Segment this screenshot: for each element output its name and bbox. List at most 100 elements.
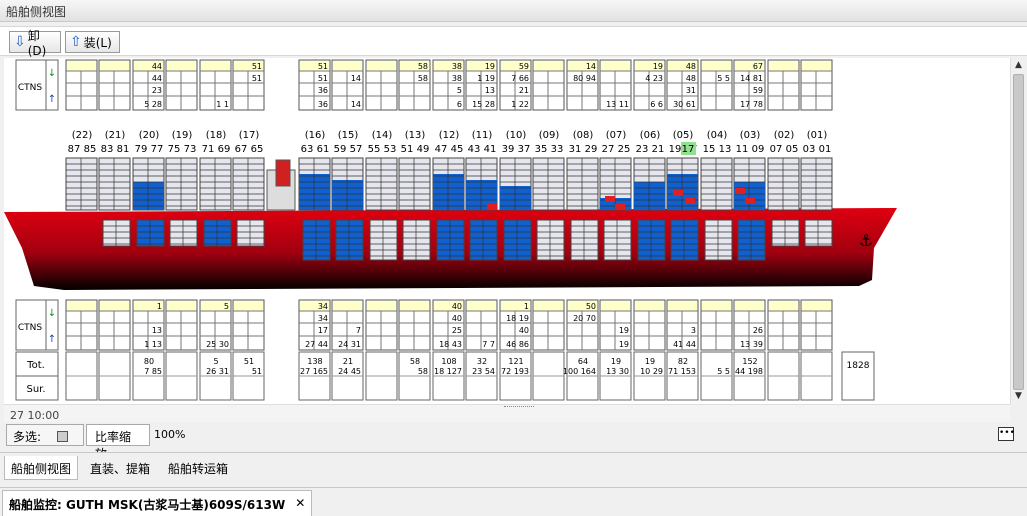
bay-number: (08) (573, 130, 594, 141)
count-value: 34 (318, 314, 328, 323)
totals-box: 10818 127 (432, 351, 465, 401)
sur-value: 10 29 (640, 367, 663, 376)
bay-rows: 23 21 (636, 144, 665, 155)
count-value: 14 (351, 100, 361, 109)
upper-count-box (365, 59, 398, 111)
lower-count-box (767, 299, 800, 351)
hold-stack (704, 219, 733, 261)
deck-stack (767, 157, 800, 211)
totals-box: 12172 193 (499, 351, 532, 401)
tot-value: 32 (477, 357, 487, 366)
toolbar: ⇩ 卸(D) ⇧ 装(L) (0, 26, 1027, 58)
arrow-up-icon: ↑ (48, 334, 56, 345)
tab-ship-profile[interactable]: 船舶侧视图 (4, 456, 79, 480)
deck-stack (633, 157, 666, 211)
sur-value: 26 31 (206, 367, 229, 376)
count-value: 51 (252, 74, 262, 83)
bay-number: (05) (673, 130, 694, 141)
horizontal-scrollbar[interactable]: 27 10:00 (4, 404, 1010, 422)
multiselect-checkbox[interactable] (56, 431, 68, 442)
count-value: 25 (452, 326, 462, 335)
ctns-label: CTNS (18, 83, 43, 93)
count-value: 14 81 (740, 74, 763, 83)
deck-stack (432, 157, 465, 211)
tab-transshipment[interactable]: 船舶转运箱 (162, 456, 234, 480)
lower-count-box (65, 299, 98, 351)
bay-rows: 07 05 (770, 144, 799, 155)
sur-value: 24 45 (338, 367, 361, 376)
count-value: 14 (351, 74, 361, 83)
ship-profile-view[interactable]: CTNS ↓ ↑ CTNS ↓ ↑ 44 44 23 5 28 1 13 1 13 1 1 5 25 30 51… (4, 58, 1010, 404)
upper-count-box: 59 7 66 21 1 22 (499, 59, 532, 111)
deck-stack (331, 157, 364, 211)
sur-label: Sur. (26, 384, 45, 395)
count-value: 40 (519, 326, 529, 335)
upper-count-box: 51 51 36 36 (298, 59, 331, 111)
zoom-button[interactable]: 比率缩放 (86, 424, 150, 461)
close-icon[interactable]: ✕ (295, 496, 305, 511)
totals-box: 2124 45 (331, 351, 364, 401)
unload-button[interactable]: ⇩ 卸(D) (9, 29, 61, 58)
bay-number: (14) (372, 130, 393, 141)
expand-icon[interactable]: ••• (998, 427, 1015, 441)
count-value: 5 (224, 302, 229, 311)
zoom-value: 100% (154, 428, 186, 441)
red-marker (685, 198, 695, 204)
tot-value: 121 (508, 357, 523, 366)
scroll-thumb[interactable] (1013, 74, 1024, 390)
count-value: 13 (485, 86, 495, 95)
hold-stack (402, 219, 431, 261)
unload-label: 卸(D) (27, 28, 47, 58)
lower-count-box: 34 34 17 27 44 (298, 299, 331, 351)
time-label: 27 10:00 (10, 409, 60, 422)
deck-stack (465, 157, 498, 211)
lower-count-box: 26 13 39 (733, 299, 766, 351)
lower-count-box (398, 299, 431, 351)
arrow-down-icon: ⇩ (14, 34, 26, 50)
multiselect-field[interactable]: 多选: (6, 424, 84, 446)
bay-number: (02) (774, 130, 795, 141)
deck-stack (98, 157, 131, 211)
count-value: 58 (418, 62, 428, 71)
hold-stack (236, 219, 265, 247)
upper-count-box: 5858 (398, 59, 431, 111)
multiselect-label: 多选: (13, 430, 42, 444)
count-value: 50 (586, 302, 596, 311)
count-value: 4 23 (645, 74, 663, 83)
count-value: 36 (318, 100, 328, 109)
bay-rows: 47 45 (435, 144, 464, 155)
count-value: 5 28 (144, 100, 162, 109)
hold-stack (536, 219, 565, 261)
scroll-down-icon[interactable]: ▼ (1011, 389, 1026, 404)
hold-stack (169, 219, 198, 247)
totals-box: 3223 54 (465, 351, 498, 401)
bay-rows: 43 41 (468, 144, 497, 155)
tab-direct-load[interactable]: 直装、提箱 (84, 456, 156, 480)
sur-value: 18 127 (434, 367, 462, 376)
totals-box: 64100 164 (563, 351, 599, 401)
scroll-up-icon[interactable]: ▲ (1011, 58, 1026, 73)
deck-stack (232, 157, 265, 211)
ship-hull-diagram: CTNS↓↑CTNS↓↑4444235 281131 131 1525 3051… (4, 59, 897, 401)
hscroll-thumb[interactable] (504, 406, 534, 411)
totals-box: 526 31 (199, 351, 232, 401)
count-value: 38 (452, 74, 462, 83)
grand-total: 1828 (847, 361, 870, 371)
count-value: 21 (519, 86, 529, 95)
anchor-icon: ⚓ (859, 231, 873, 250)
load-button[interactable]: ⇧ 装(L) (65, 31, 120, 53)
upper-count-box (165, 59, 198, 111)
vertical-scrollbar[interactable]: ▲ ▼ (1010, 58, 1025, 404)
lower-count-box: 5 25 30 (199, 299, 232, 351)
sur-value: 23 54 (472, 367, 495, 376)
hold-stack (804, 219, 833, 247)
deck-stack (700, 157, 733, 211)
document-tab[interactable]: 船舶监控: GUTH MSK(古浆马士基)609S/613W ✕ (2, 490, 313, 516)
red-marker (673, 190, 683, 196)
count-value: 1 (524, 302, 529, 311)
bay-rows: 39 37 (502, 144, 531, 155)
lower-count-box: 3 41 44 (666, 299, 699, 351)
bay-rows: 51 49 (401, 144, 430, 155)
red-marker (487, 204, 497, 210)
deck-stack (599, 157, 632, 211)
